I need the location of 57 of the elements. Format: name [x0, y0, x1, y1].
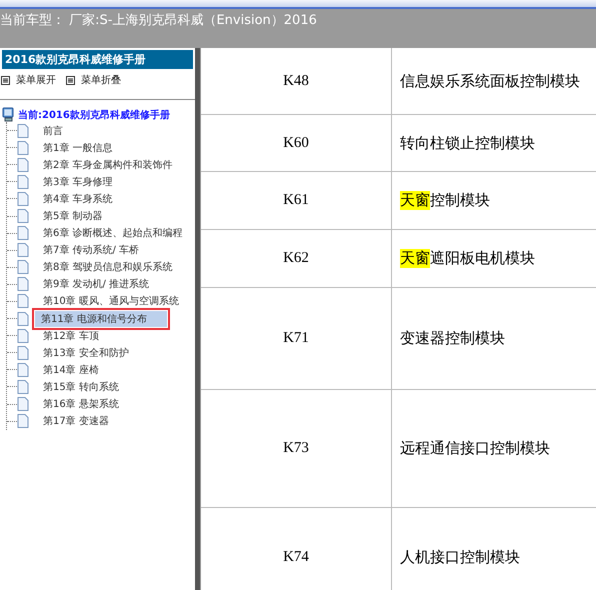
tree-item[interactable]: 第8章 驾驶员信息和娱乐系统: [41, 260, 175, 274]
tree-item[interactable]: 第17章 变速器: [41, 414, 111, 428]
table-cell-text: 转向柱锁止控制模块: [399, 132, 535, 154]
document-icon: [17, 140, 29, 155]
table-cell-text: 变速器控制模块: [399, 328, 505, 349]
table-cell-text: 信息娱乐系统面板控制模块: [399, 70, 580, 92]
table-cell: K71: [201, 288, 392, 389]
document-icon: [17, 158, 29, 172]
document-icon: [17, 380, 29, 394]
document-icon: [17, 312, 29, 326]
tree-item[interactable]: 第3章 车身修理: [41, 174, 115, 189]
manual-title: 2016款别克昂科威维修手册: [2, 50, 193, 69]
table-cell: K60: [201, 115, 392, 171]
document-icon: [17, 414, 29, 428]
table-cell-text: 人机接口控制模块: [399, 547, 520, 568]
table-cell: K61: [201, 172, 392, 229]
tree-item[interactable]: 第15章 转向系统: [41, 380, 121, 394]
table-cell: K73: [201, 390, 392, 507]
menu-toggle-link[interactable]: 菜单折叠: [66, 73, 121, 87]
document-icon: [17, 294, 29, 308]
tree-item[interactable]: 第5章 制动器: [41, 209, 105, 224]
table-cell-text: 天窗遮阳板电机模块: [399, 248, 535, 270]
tree-item[interactable]: 前言: [41, 124, 65, 138]
table-cell: K48: [201, 48, 392, 114]
tree-item[interactable]: 第4章 车身系统: [41, 192, 115, 206]
document-icon: [17, 243, 29, 258]
computer-icon: [2, 107, 15, 122]
vehicle-title: 当前车型： 厂家:S-上海别克昂科威（Envision）2016: [0, 12, 317, 29]
document-icon: [17, 209, 29, 224]
document-icon: [17, 260, 29, 274]
table-cell: K62: [201, 230, 392, 287]
tree-item[interactable]: 第9章 发动机/ 推进系统: [41, 277, 152, 292]
tree-item[interactable]: 第14章 座椅: [41, 362, 101, 377]
table-cell-text: 远程通信接口控制模块: [399, 438, 550, 459]
menu-toggle-link[interactable]: 菜单展开: [1, 73, 56, 87]
document-icon: [17, 124, 29, 138]
document-icon: [17, 362, 29, 377]
document-icon: [17, 226, 29, 240]
table-cell: K74: [201, 508, 392, 590]
document-icon: [17, 277, 29, 292]
tree-item[interactable]: 第11章 电源和信号分布: [35, 310, 167, 327]
document-icon: [17, 174, 29, 189]
tree-item[interactable]: 第16章 悬架系统: [41, 397, 121, 412]
document-icon: [17, 397, 29, 412]
tree-item[interactable]: 第7章 传动系统/ 车桥: [41, 243, 142, 258]
tree-item[interactable]: 第12章 车顶: [41, 328, 101, 343]
document-icon: [17, 192, 29, 206]
tree-item[interactable]: 第1章 一般信息: [41, 140, 115, 155]
tree-root[interactable]: 当前:2016款别克昂科威维修手册: [18, 108, 170, 122]
tree-item[interactable]: 第13章 安全和防护: [41, 346, 131, 360]
document-icon: [17, 328, 29, 343]
document-icon: [17, 346, 29, 360]
tree-item[interactable]: 第6章 诊断概述、起始点和编程: [41, 226, 185, 240]
tree-item[interactable]: 第10章 暖风、通风与空调系统: [41, 294, 181, 308]
tree-item[interactable]: 第2章 车身金属构件和装饰件: [41, 158, 175, 172]
table-cell-text: 天窗控制模块: [399, 190, 490, 212]
list-icon: [66, 76, 75, 84]
